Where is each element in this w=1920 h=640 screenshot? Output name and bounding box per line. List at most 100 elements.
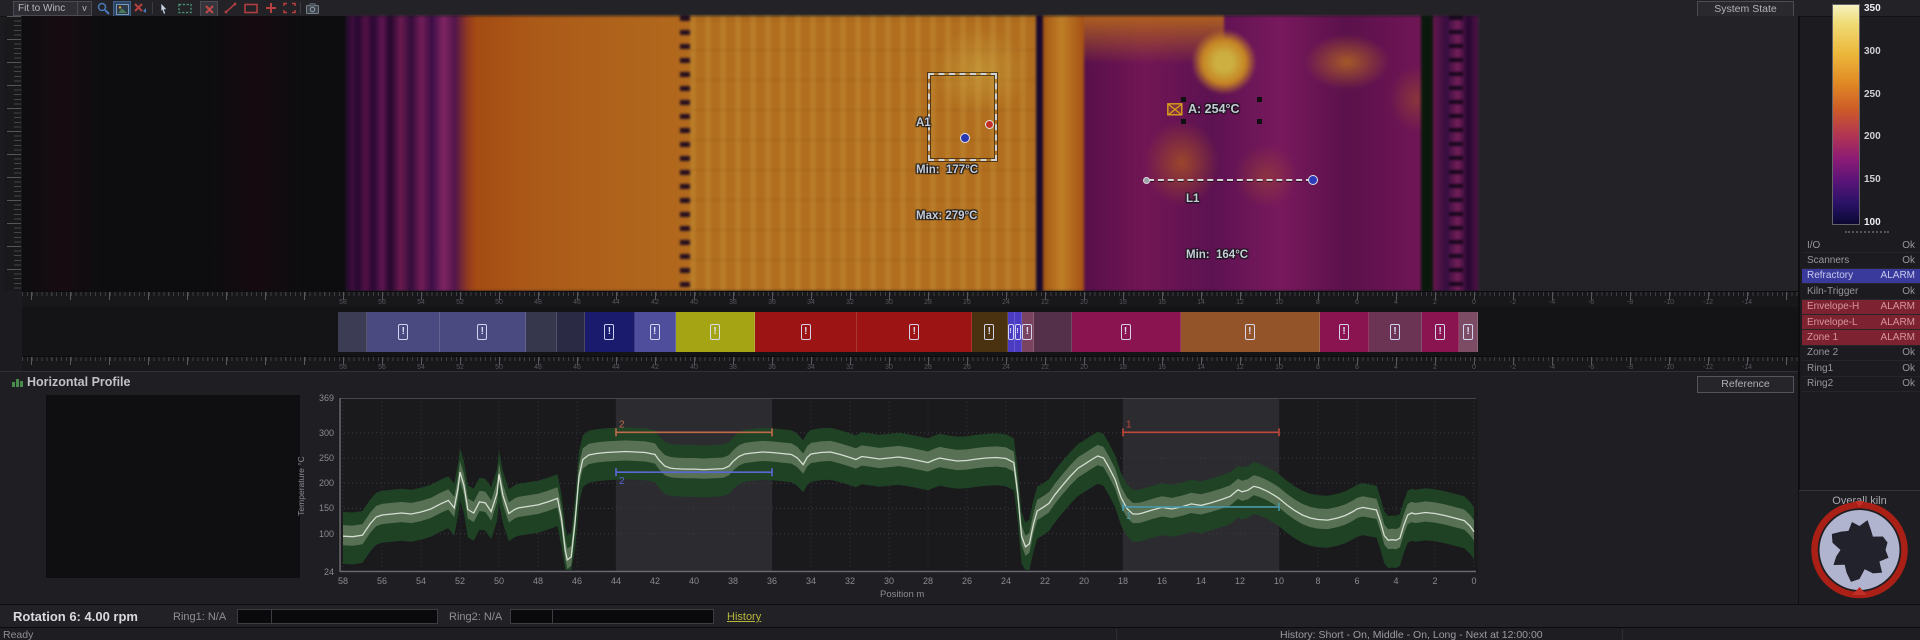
zone-segment[interactable]: ! [635, 312, 676, 352]
x-tick-label: 8 [1307, 576, 1329, 586]
snapshot-icon[interactable] [304, 1, 320, 15]
ruler-label: 22 [1036, 364, 1054, 371]
ruler-label: 50 [490, 364, 508, 371]
selection-handle[interactable] [1181, 119, 1186, 124]
alarm-icon: ! [604, 324, 614, 340]
x-tick-label: 50 [488, 576, 510, 586]
status-message: Ready [3, 629, 33, 640]
zone-segment[interactable] [1034, 312, 1071, 352]
area-tool-icon[interactable] [243, 1, 259, 15]
temperature-color-scale[interactable] [1832, 4, 1860, 225]
ruler-label: -6 [1582, 364, 1600, 371]
marquee-icon[interactable] [177, 1, 193, 15]
ruler-label: 52 [451, 364, 469, 371]
ruler-label: 26 [958, 364, 976, 371]
status-row[interactable]: Envelope-HALARM [1802, 300, 1920, 315]
view-mode-select[interactable]: Fit to Winc [13, 1, 81, 16]
delete-measure-icon[interactable] [200, 1, 218, 17]
zone-segment[interactable]: ! [367, 312, 440, 352]
status-label: Refractory [1807, 270, 1853, 281]
clear-zoom-icon[interactable] [132, 1, 148, 15]
status-row[interactable]: I/OOk [1802, 238, 1920, 253]
ruler-label: 20 [1075, 364, 1093, 371]
selection-handle[interactable] [1181, 97, 1186, 102]
profile-legend-area[interactable] [46, 395, 300, 578]
zone-segment[interactable]: ! [972, 312, 1007, 352]
zone-segment[interactable]: ! [1369, 312, 1422, 352]
status-row[interactable]: Zone 1ALARM [1802, 330, 1920, 345]
cursor-icon[interactable] [156, 1, 172, 15]
zone-segment[interactable]: ! [1072, 312, 1181, 352]
reference-button[interactable]: Reference [1697, 376, 1794, 393]
x-tick-label: 58 [332, 576, 354, 586]
image-icon[interactable] [113, 1, 131, 17]
min-temp-marker[interactable] [960, 133, 970, 143]
ruler-label: -14 [1738, 299, 1756, 306]
status-row[interactable]: Zone 2Ok [1802, 346, 1920, 361]
zone-segment[interactable]: ! [1422, 312, 1459, 352]
history-link[interactable]: History [727, 611, 761, 623]
zone-segment[interactable] [557, 312, 585, 352]
zone-segment[interactable]: ! [440, 312, 525, 352]
alarm-icon: ! [1339, 324, 1349, 340]
system-state-button[interactable]: System State [1697, 1, 1794, 17]
toolbar-separator [152, 2, 153, 14]
status-label: Envelope-H [1807, 301, 1859, 312]
status-row[interactable]: ScannersOk [1802, 253, 1920, 268]
zone-segment[interactable]: ! [1459, 312, 1478, 352]
zone-segment[interactable]: ! [1022, 312, 1035, 352]
x-tick-label: 54 [410, 576, 432, 586]
ruler-label: -2 [1504, 364, 1522, 371]
roi-tool-icon[interactable] [281, 1, 297, 15]
svg-text:1: 1 [1126, 511, 1132, 522]
line-endpoint[interactable] [1143, 177, 1150, 184]
selection-handle[interactable] [1257, 97, 1262, 102]
zone-segment[interactable]: ! [755, 312, 857, 352]
panel-drag-handle[interactable] [1845, 231, 1889, 233]
ruler-label: 56 [373, 299, 391, 306]
zoom-icon[interactable] [95, 1, 111, 15]
thermal-image-viewport[interactable] [22, 16, 1798, 291]
zone-segment[interactable]: ! [1181, 312, 1320, 352]
ruler-label: 52 [451, 299, 469, 306]
x-tick-label: 18 [1112, 576, 1134, 586]
status-row[interactable]: Envelope-LALARM [1802, 315, 1920, 330]
ring1-label: Ring1: N/A [173, 611, 226, 623]
view-mode-dropdown-button[interactable]: v [77, 1, 92, 16]
zone-segment[interactable]: ! [1008, 312, 1015, 352]
point-tool-icon[interactable] [263, 1, 279, 15]
ruler-label: 12 [1231, 364, 1249, 371]
status-row[interactable]: Ring2Ok [1802, 377, 1920, 392]
zone-segment[interactable]: ! [676, 312, 756, 352]
line-endpoint[interactable] [1308, 175, 1318, 185]
x-tick-label: 38 [722, 576, 744, 586]
ruler-label: 14 [1192, 364, 1210, 371]
status-label: Scanners [1807, 255, 1849, 266]
ruler-major-ticks [7, 16, 21, 291]
x-tick-label: 4 [1385, 576, 1407, 586]
y-tick-label: 100 [304, 529, 334, 539]
ruler-label: 14 [1192, 299, 1210, 306]
line-tool-icon[interactable] [222, 1, 238, 15]
zone-segment[interactable] [338, 312, 367, 352]
selection-handle[interactable] [1257, 119, 1262, 124]
alarm-icon: ! [984, 324, 994, 340]
spot-label[interactable]: A: 254°C [1167, 102, 1240, 116]
zone-segment[interactable]: ! [1320, 312, 1369, 352]
profile-chart[interactable]: 2211 [338, 398, 1478, 573]
zone-segment[interactable]: ! [585, 312, 634, 352]
y-tick-label: 150 [304, 503, 334, 513]
status-value: Ok [1902, 363, 1915, 374]
x-tick-label: 12 [1229, 576, 1251, 586]
status-row[interactable]: RefractoryALARM [1802, 269, 1920, 284]
x-tick-label: 34 [800, 576, 822, 586]
ruler-label: 48 [529, 364, 547, 371]
ruler-label: 28 [919, 364, 937, 371]
ruler-label: 6 [1348, 299, 1366, 306]
zone-segment[interactable]: ! [1015, 312, 1022, 352]
zone-segment[interactable] [526, 312, 557, 352]
status-row[interactable]: Kiln-TriggerOk [1802, 284, 1920, 299]
zone-segment[interactable]: ! [857, 312, 972, 352]
status-label: Ring1 [1807, 363, 1833, 374]
status-row[interactable]: Ring1 Ok [1802, 361, 1920, 376]
